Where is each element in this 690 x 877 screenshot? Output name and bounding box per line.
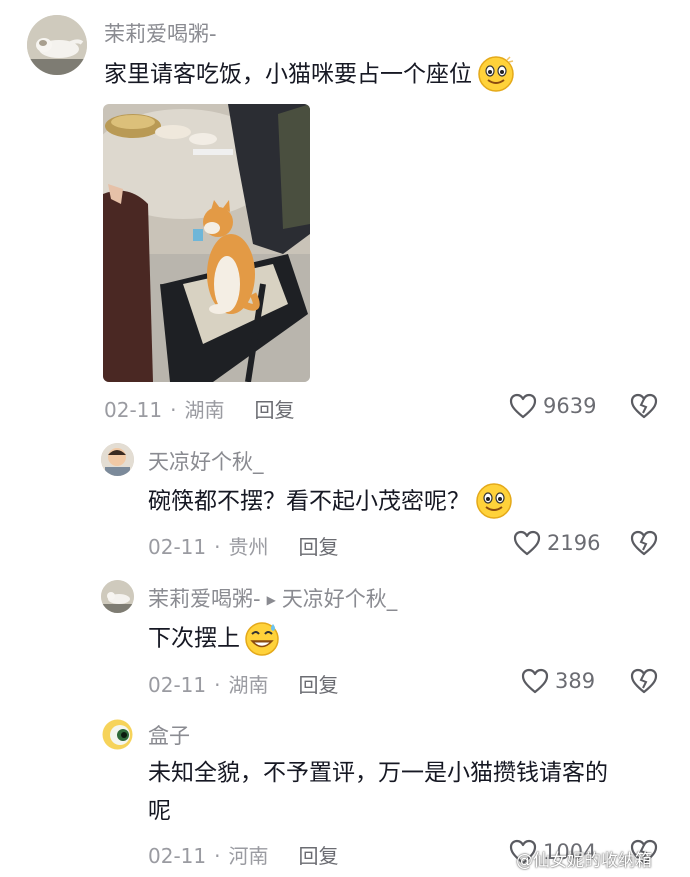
broken-heart-icon	[630, 530, 658, 556]
child-avatar-icon	[101, 443, 134, 476]
avatar[interactable]	[101, 443, 134, 476]
dislike-button[interactable]	[630, 393, 658, 423]
comment-text: 下次摆上	[148, 618, 282, 660]
meta-separator: ·	[170, 398, 177, 422]
reply-button[interactable]: 回复	[298, 673, 338, 697]
cat-avatar-icon	[27, 15, 87, 75]
like-count: 389	[555, 669, 596, 693]
comment-text-content: 家里请客吃饭，小猫咪要占一个座位	[104, 61, 472, 88]
comment-text: 碗筷都不摆？看不起小茂密呢？	[148, 481, 514, 523]
avatar[interactable]	[101, 580, 134, 613]
reply-button[interactable]: 回复	[254, 398, 294, 422]
broken-heart-icon	[630, 668, 658, 694]
comment-date: 02-11	[148, 673, 207, 697]
comment-date: 02-11	[104, 398, 163, 422]
comment-meta: 02-11 · 贵州 回复	[148, 531, 338, 560]
comment-meta: 02-11 · 湖南 回复	[104, 394, 294, 423]
like-count: 2196	[547, 531, 601, 555]
watermark: @仙女妮的收纳箱	[516, 851, 652, 871]
comment-text-content: 碗筷都不摆？看不起小茂密呢？	[148, 488, 470, 515]
reply-to-username[interactable]: 天凉好个秋_	[282, 587, 398, 611]
dislike-button[interactable]	[630, 530, 658, 560]
comment-text-line: 未知全貌，不予置评，万一是小猫攒钱请客的	[148, 760, 608, 786]
heart-outline-icon	[513, 530, 541, 556]
comment-text-content: 下次摆上	[148, 625, 240, 652]
cat-on-chair-photo[interactable]	[103, 104, 310, 382]
smiling-face-emoji	[476, 54, 516, 96]
comment-meta: 02-11 · 河南 回复	[148, 840, 338, 869]
meta-separator: ·	[214, 535, 221, 559]
reply-button[interactable]: 回复	[298, 844, 338, 868]
heart-outline-icon	[521, 668, 549, 694]
comment-text-line: 呢	[148, 798, 171, 824]
username[interactable]: 盒子	[148, 720, 190, 750]
broken-heart-icon	[630, 393, 658, 419]
triangle-right-icon: ▶	[266, 593, 276, 607]
comment-location: 湖南	[228, 673, 269, 697]
like-button[interactable]: 389	[521, 668, 595, 694]
meta-separator: ·	[214, 844, 221, 868]
cat-avatar-icon	[101, 580, 134, 613]
comment-date: 02-11	[148, 535, 207, 559]
like-button[interactable]: 2196	[513, 530, 600, 556]
smiling-face-emoji	[474, 481, 514, 523]
reply-button[interactable]: 回复	[298, 535, 338, 559]
comment-date: 02-11	[148, 844, 207, 868]
username: 茉莉爱喝粥- ▶ 天凉好个秋_	[148, 583, 397, 613]
username[interactable]: 天凉好个秋_	[148, 446, 264, 476]
comment-text: 家里请客吃饭，小猫咪要占一个座位	[104, 54, 516, 96]
eyeball-avatar-icon	[102, 719, 133, 750]
dislike-button[interactable]	[630, 668, 658, 698]
avatar[interactable]	[27, 15, 87, 75]
username[interactable]: 茉莉爱喝粥-	[104, 18, 217, 48]
comment-location: 河南	[228, 844, 269, 868]
meta-separator: ·	[214, 673, 221, 697]
grinning-sweat-emoji	[242, 618, 282, 660]
like-count: 9639	[543, 394, 597, 418]
like-button[interactable]: 9639	[509, 393, 596, 419]
heart-outline-icon	[509, 393, 537, 419]
comment-meta: 02-11 · 湖南 回复	[148, 669, 338, 698]
username-link[interactable]: 茉莉爱喝粥-	[148, 587, 261, 611]
avatar[interactable]	[101, 718, 134, 751]
comment-location: 湖南	[184, 398, 225, 422]
comment-location: 贵州	[228, 535, 269, 559]
comment-text: 未知全貌，不予置评，万一是小猫攒钱请客的 呢	[148, 754, 608, 830]
